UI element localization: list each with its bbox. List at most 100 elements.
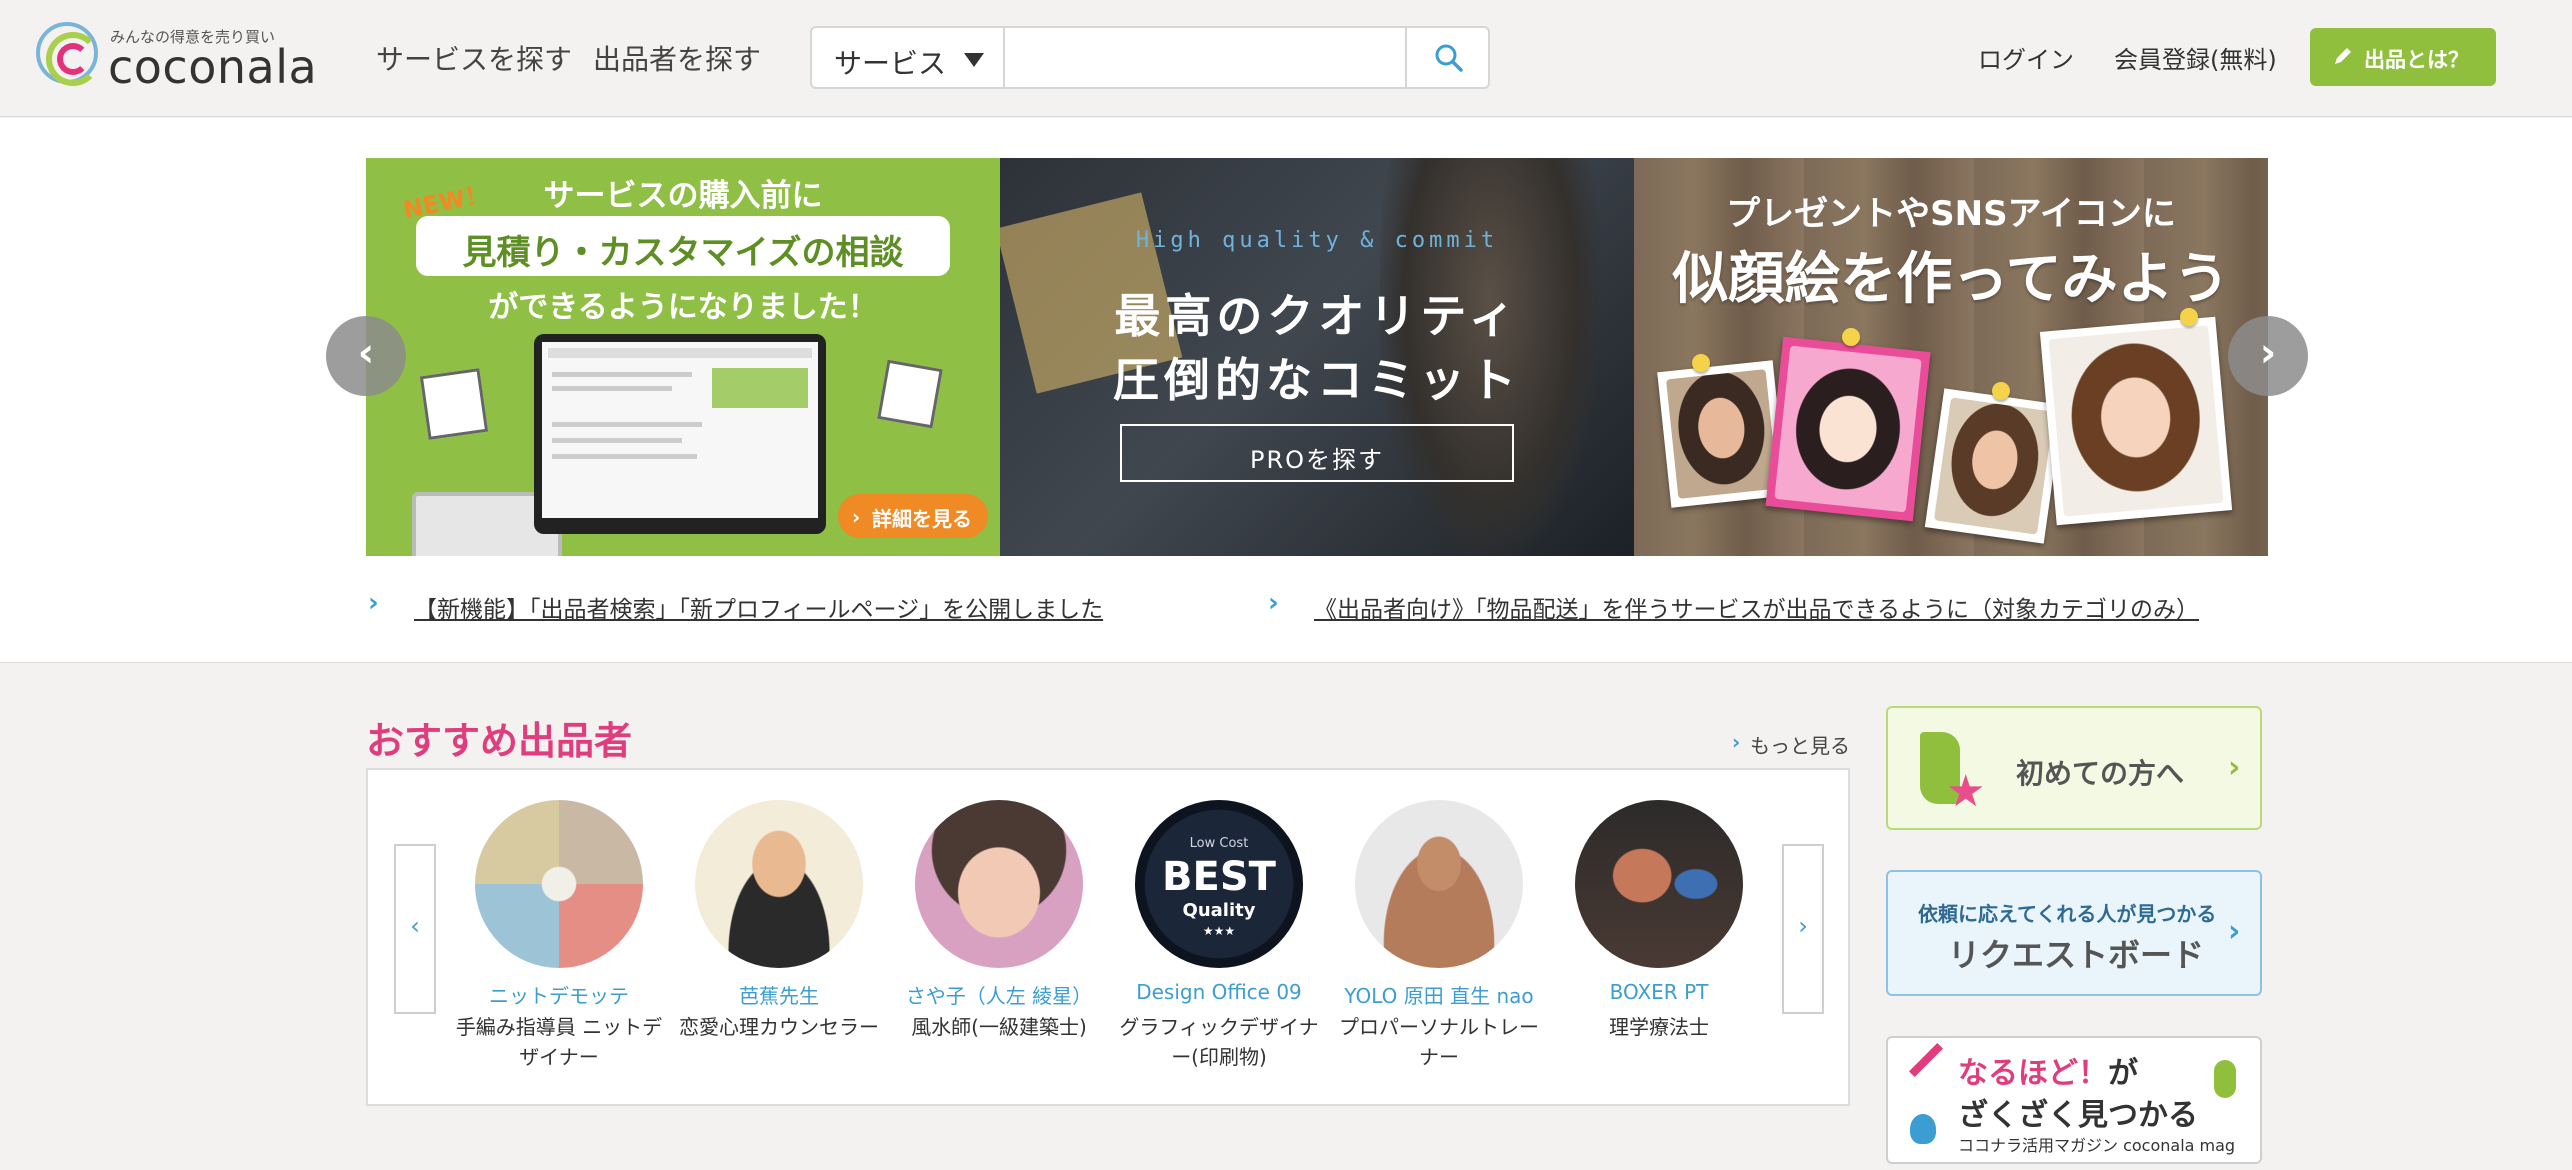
pushpin-icon: [1842, 328, 1860, 346]
news-link-1[interactable]: 【新機能】「出品者検索」「新プロフィールページ」を公開しました: [414, 590, 1103, 624]
magazine-headline-line1: なるほど！が: [1958, 1056, 2138, 1091]
find-pro-button-label: PROを探す: [1249, 446, 1385, 474]
request-board-subtitle: 依頼に応えてくれる人が見つかる: [1918, 902, 2217, 926]
avatar-logo-text: BEST: [1162, 854, 1276, 900]
search-bar: サービス: [810, 26, 1490, 89]
banner-1-highlight: 見積り・カスタマイズの相談: [462, 233, 904, 273]
seller-name[interactable]: さや子（人左 綾星）: [894, 980, 1104, 1009]
pushpin-icon: [1992, 382, 2010, 400]
banner-pro[interactable]: High quality & commit 最高のクオリティ 圧倒的なコミット …: [1000, 158, 1634, 556]
banner-1-highlight-pill: 見積り・カスタマイズの相談: [416, 216, 950, 276]
star-icon: ★: [1946, 766, 1986, 817]
chevron-right-icon: ›: [1268, 588, 1279, 618]
monitor-illustration: [534, 334, 826, 534]
banner-estimate-consultation[interactable]: NEW！ サービスの購入前に 見積り・カスタマイズの相談 ができるようになりまし…: [366, 158, 1000, 556]
pencil-icon: [2335, 48, 2351, 64]
avatar[interactable]: [915, 800, 1083, 968]
logo-wordmark: coconala: [108, 40, 318, 94]
avatar[interactable]: Low Cost BEST Quality ★★★: [1135, 800, 1303, 968]
portrait-photo: [1924, 388, 2064, 544]
magazine-banner[interactable]: なるほど！が ざくざく見つかる ココナラ活用マガジン coconala mag: [1886, 1036, 2262, 1164]
sellers-next-button[interactable]: ›: [1782, 844, 1824, 1014]
seller-role: 恋愛心理カウンセラー: [679, 1015, 879, 1039]
magazine-headline-line2: ざくざく見つかる: [1958, 1098, 2198, 1133]
pushpin-icon: [1692, 354, 1710, 372]
document-icon: [419, 368, 489, 440]
seller-name[interactable]: 芭蕉先生: [674, 980, 884, 1009]
avatar-logo-text: Quality: [1182, 900, 1256, 921]
search-category-select[interactable]: サービス: [812, 28, 1005, 87]
chevron-right-icon: ›: [2259, 330, 2277, 376]
seller-role: 理学療法士: [1609, 1015, 1709, 1039]
chevron-right-icon: ›: [1798, 912, 1808, 940]
seller-name[interactable]: YOLO 原田 直生 nao: [1334, 980, 1544, 1009]
lightbulb-icon: [1910, 1114, 1936, 1144]
magic-wand-icon: [1909, 1043, 1943, 1077]
avatar-logo-text: Low Cost: [1189, 836, 1249, 851]
magazine-footer: ココナラ活用マガジン coconala mag: [1958, 1136, 2236, 1155]
portrait-illustration: [2039, 316, 2233, 526]
avatar[interactable]: [1575, 800, 1743, 968]
search-category-label: サービス: [834, 47, 947, 80]
caret-down-icon: [964, 53, 984, 67]
portrait-illustration: [1765, 336, 1931, 522]
pushpin-icon: [2180, 308, 2198, 326]
banner-3-line1: プレゼントやSNSアイコンに: [1726, 194, 2176, 234]
coconala-logo-mark-icon: [36, 22, 100, 86]
chevron-left-icon: ‹: [410, 912, 420, 940]
avatar[interactable]: [1355, 800, 1523, 968]
register-link[interactable]: 会員登録(無料): [2114, 40, 2277, 75]
nav-find-services[interactable]: サービスを探す: [376, 38, 572, 78]
seller-name[interactable]: Design Office 09: [1114, 980, 1324, 1004]
login-link[interactable]: ログイン: [1978, 40, 2074, 75]
request-board-title: リクエストボード: [1948, 936, 2205, 974]
sell-info-button-label: 出品とは？: [2364, 48, 2469, 72]
seller-name[interactable]: BOXER PT: [1554, 980, 1764, 1004]
banner-2-title-line1: 最高のクオリティ: [1114, 289, 1520, 343]
chevron-right-icon: ›: [1732, 730, 1741, 754]
beginner-guide-label: 初めての方へ: [2016, 757, 2185, 790]
message-icon: [877, 359, 943, 429]
chevron-right-icon: ›: [2228, 914, 2241, 949]
search-input[interactable]: [1007, 28, 1407, 87]
seller-role: グラフィックデザイナー(印刷物): [1119, 1015, 1319, 1069]
chevron-right-icon: ›: [852, 505, 861, 529]
banner-detail-button-label: 詳細を見る: [872, 507, 972, 531]
banner-1-line1: サービスの購入前に: [543, 178, 823, 214]
avatar[interactable]: [475, 800, 643, 968]
monitor-screen: [542, 342, 818, 518]
banner-detail-button[interactable]: › 詳細を見る: [838, 494, 988, 538]
banner-3-line2: 似顔絵を作ってみよう: [1672, 247, 2230, 312]
seller-name[interactable]: ニットデモッテ: [454, 980, 664, 1009]
more-sellers-link[interactable]: もっと見る: [1750, 730, 1850, 759]
banner-2-title-line2: 圧倒的なコミット: [1113, 353, 1521, 407]
chevron-left-icon: ‹: [357, 330, 375, 376]
banner-2-tagline: High quality & commit: [1135, 228, 1499, 253]
banner-area: NEW！ サービスの購入前に 見積り・カスタマイズの相談 ができるようになりまし…: [0, 118, 2572, 663]
recommended-sellers-title: おすすめ出品者: [366, 719, 633, 763]
avatar[interactable]: [695, 800, 863, 968]
beginner-guide-banner[interactable]: ★ 初めての方へ ›: [1886, 706, 2262, 830]
news-link-2[interactable]: 《出品者向け》「物品配送」を伴うサービスが出品できるように（対象カテゴリのみ）: [1314, 590, 2199, 624]
microphone-icon: [2214, 1060, 2236, 1098]
recommended-sellers-panel: ‹ › ニットデモッテ 手編み指導員 ニットデザイナー 芭蕉先生 恋愛心理カウン…: [366, 768, 1850, 1106]
carousel-next-button[interactable]: ›: [2228, 316, 2308, 396]
chevron-right-icon: ›: [368, 588, 379, 618]
carousel-prev-button[interactable]: ‹: [326, 316, 406, 396]
chevron-right-icon: ›: [2228, 750, 2241, 785]
search-button[interactable]: [1405, 28, 1488, 87]
sellers-prev-button[interactable]: ‹: [394, 844, 436, 1014]
request-board-banner[interactable]: 依頼に応えてくれる人が見つかる リクエストボード ›: [1886, 870, 2262, 996]
banner-portrait[interactable]: プレゼントやSNSアイコンに 似顔絵を作ってみよう: [1634, 158, 2268, 556]
seller-role: 風水師(一級建築士): [911, 1015, 1087, 1039]
sell-info-button[interactable]: 出品とは？: [2310, 28, 2496, 86]
nav-find-sellers[interactable]: 出品者を探す: [593, 38, 761, 78]
banner-1-line3: ができるようになりました！: [488, 290, 878, 325]
seller-role: プロパーソナルトレーナー: [1339, 1015, 1539, 1069]
search-icon: [1435, 44, 1463, 72]
site-header: みんなの得意を売り買い coconala サービスを探す 出品者を探す サービス…: [0, 0, 2572, 117]
coconala-logo[interactable]: みんなの得意を売り買い coconala: [36, 20, 336, 96]
avatar-logo-text: ★★★: [1202, 924, 1236, 938]
find-pro-button[interactable]: PROを探す: [1120, 424, 1514, 482]
seller-role: 手編み指導員 ニットデザイナー: [455, 1015, 663, 1069]
